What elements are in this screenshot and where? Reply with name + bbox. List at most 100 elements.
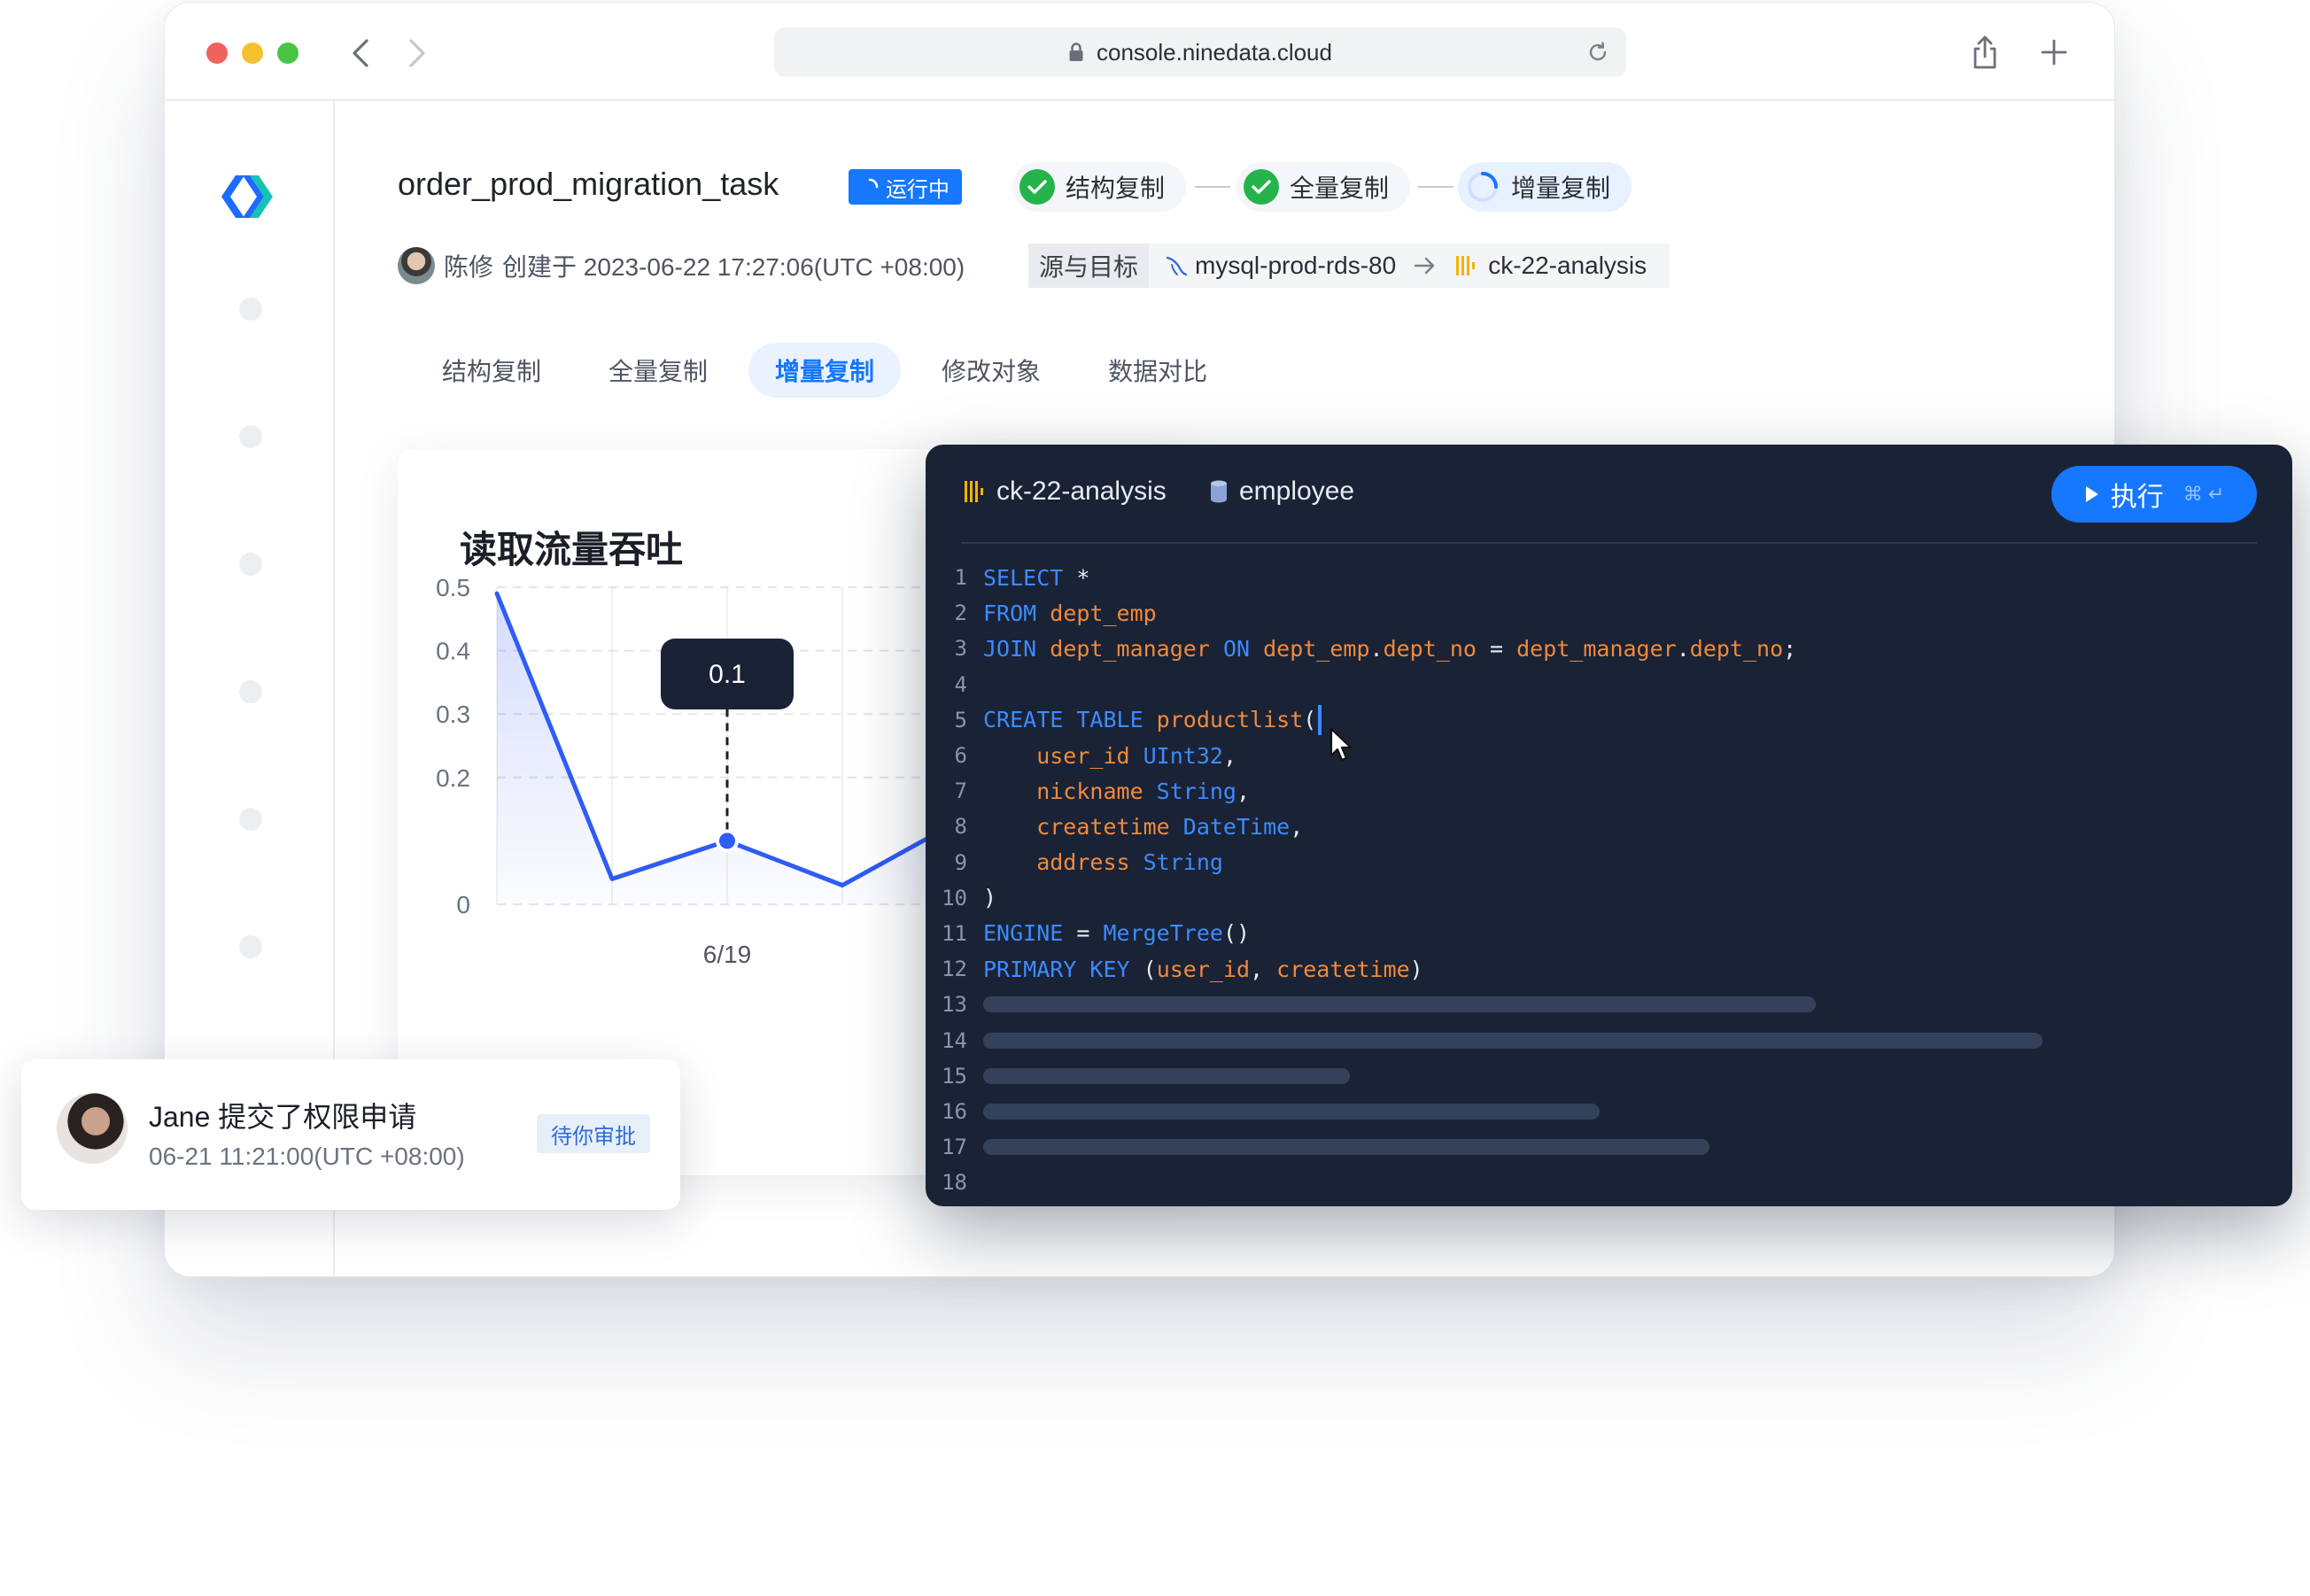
code-line: 15	[926, 1058, 2292, 1094]
line-number: 3	[954, 636, 967, 662]
placeholder-line	[983, 1067, 1350, 1084]
code-token: dept_no	[1689, 635, 1784, 662]
address-bar[interactable]: console.ninedata.cloud	[774, 27, 1626, 77]
ninedata-logo[interactable]	[218, 167, 280, 233]
line-number: 2	[954, 600, 967, 626]
url-text: console.ninedata.cloud	[1097, 38, 1332, 66]
tab-data-compare[interactable]: 数据对比	[1081, 343, 1234, 398]
tab-full-copy[interactable]: 全量复制	[582, 343, 734, 398]
code-token: dept_emp	[1250, 635, 1370, 662]
share-button[interactable]	[1965, 33, 2004, 72]
code-token: =	[1476, 635, 1517, 662]
code-token: CREATE TABLE	[983, 707, 1143, 733]
tab-structure-copy[interactable]: 结构复制	[415, 343, 568, 398]
code-line: 2 FROM dept_emp	[926, 595, 2292, 631]
x-tick-label: 6/19	[703, 941, 752, 968]
code-token: ,	[1250, 956, 1277, 982]
code-token: .	[1369, 635, 1384, 662]
code-token: (	[1129, 956, 1157, 982]
database-selector[interactable]: ck-22-analysis	[963, 476, 1167, 507]
code-line: 5 CREATE TABLE productlist(	[926, 702, 2292, 738]
sidebar-item-4[interactable]	[239, 680, 262, 703]
reload-icon[interactable]	[1585, 40, 1610, 65]
code-line: 12 PRIMARY KEY (user_id, createtime)	[926, 951, 2292, 987]
step-connector	[1418, 186, 1453, 188]
step-connector	[1195, 186, 1230, 188]
line-number: 4	[954, 671, 967, 697]
notification-title: Jane 提交了权限申请	[149, 1101, 417, 1133]
code-token: JOIN	[983, 635, 1037, 662]
notification-time: 06-21 11:21:00(UTC +08:00)	[149, 1143, 465, 1170]
y-tick-label: 0.2	[436, 764, 470, 792]
avatar	[57, 1093, 128, 1164]
task-tabs: 结构复制 全量复制 增量复制 修改对象 数据对比	[415, 343, 1248, 398]
code-token: dept_manager	[1516, 635, 1677, 662]
status-badge: 运行中	[849, 169, 962, 205]
line-number: 12	[942, 957, 967, 982]
source-name[interactable]: mysql-prod-rds-80	[1195, 252, 1396, 280]
table-selector[interactable]: employee	[1209, 476, 1354, 507]
step-incremental-copy: 增量复制	[1458, 162, 1632, 212]
task-meta: 陈修 创建于 2023-06-22 17:27:06(UTC +08:00)	[398, 244, 965, 288]
code-line: 6 user_id UInt32,	[926, 738, 2292, 773]
zoom-window-button[interactable]	[277, 43, 298, 64]
code-token: (	[1303, 707, 1317, 733]
code-line: 14	[926, 1022, 2292, 1058]
code-line: 8 createtime DateTime,	[926, 809, 2292, 844]
sidebar-item-6[interactable]	[239, 935, 262, 958]
chevron-right-icon	[409, 39, 425, 67]
sidebar-item-3[interactable]	[239, 553, 262, 576]
line-number: 5	[954, 707, 967, 732]
forward-button[interactable]	[395, 31, 439, 75]
code-token: MergeTree	[1103, 920, 1223, 947]
sidebar-item-2[interactable]	[239, 425, 262, 448]
task-title: order_prod_migration_task	[398, 166, 779, 202]
line-number: 14	[942, 1027, 967, 1053]
table-name: employee	[1239, 476, 1355, 506]
line-number: 18	[942, 1170, 967, 1196]
close-window-button[interactable]	[206, 43, 228, 64]
loading-spinner-icon	[1465, 169, 1500, 205]
notification-card[interactable]: Jane 提交了权限申请 06-21 11:21:00(UTC +08:00) …	[21, 1059, 680, 1210]
code-line: 4	[926, 667, 2292, 702]
step-label: 结构复制	[1066, 174, 1166, 202]
code-token: SELECT	[983, 564, 1064, 591]
pending-approval-badge[interactable]: 待你审批	[537, 1114, 650, 1153]
minimize-window-button[interactable]	[242, 43, 263, 64]
line-number: 17	[942, 1135, 967, 1160]
target-name[interactable]: ck-22-analysis	[1488, 252, 1647, 280]
back-button[interactable]	[338, 31, 383, 75]
tab-modify-objects[interactable]: 修改对象	[915, 343, 1067, 398]
code-token: ,	[1236, 778, 1251, 804]
code-line: 11 ENGINE = MergeTree()	[926, 916, 2292, 951]
run-button-label: 执行	[2110, 483, 2164, 512]
code-line: 10)	[926, 880, 2292, 916]
clickhouse-icon	[963, 479, 986, 504]
code-token: ,	[1222, 742, 1236, 769]
code-area[interactable]: 1 SELECT * 2 FROM dept_emp 3 JOIN dept_mana…	[926, 560, 2292, 1200]
code-token: ENGINE	[983, 920, 1064, 947]
code-token: dept_no	[1383, 635, 1477, 662]
editor-divider	[961, 542, 2257, 544]
database-name: ck-22-analysis	[996, 476, 1167, 506]
sidebar-item-5[interactable]	[239, 808, 262, 831]
sidebar-item-1[interactable]	[239, 298, 262, 321]
new-tab-button[interactable]	[2035, 33, 2074, 72]
arrow-right-icon	[1414, 256, 1437, 275]
share-icon	[1973, 35, 1996, 69]
tooltip-value: 0.1	[709, 660, 746, 689]
code-line: 7 nickname String,	[926, 773, 2292, 809]
step-structure-copy: 结构复制	[1012, 162, 1187, 212]
tab-incremental-copy[interactable]: 增量复制	[748, 343, 902, 398]
check-circle-icon	[1019, 169, 1055, 205]
code-token: ON	[1209, 635, 1251, 662]
step-label: 全量复制	[1290, 174, 1390, 202]
y-tick-label: 0.4	[436, 638, 470, 665]
code-token: PRIMARY KEY	[983, 956, 1130, 982]
y-tick-label: 0	[456, 891, 470, 918]
data-point	[716, 829, 739, 853]
run-button[interactable]: 执行 ⌘ ↵	[2051, 466, 2257, 523]
database-cylinder-icon	[1209, 479, 1229, 504]
line-number: 1	[954, 565, 967, 591]
code-token: createtime	[983, 813, 1170, 840]
